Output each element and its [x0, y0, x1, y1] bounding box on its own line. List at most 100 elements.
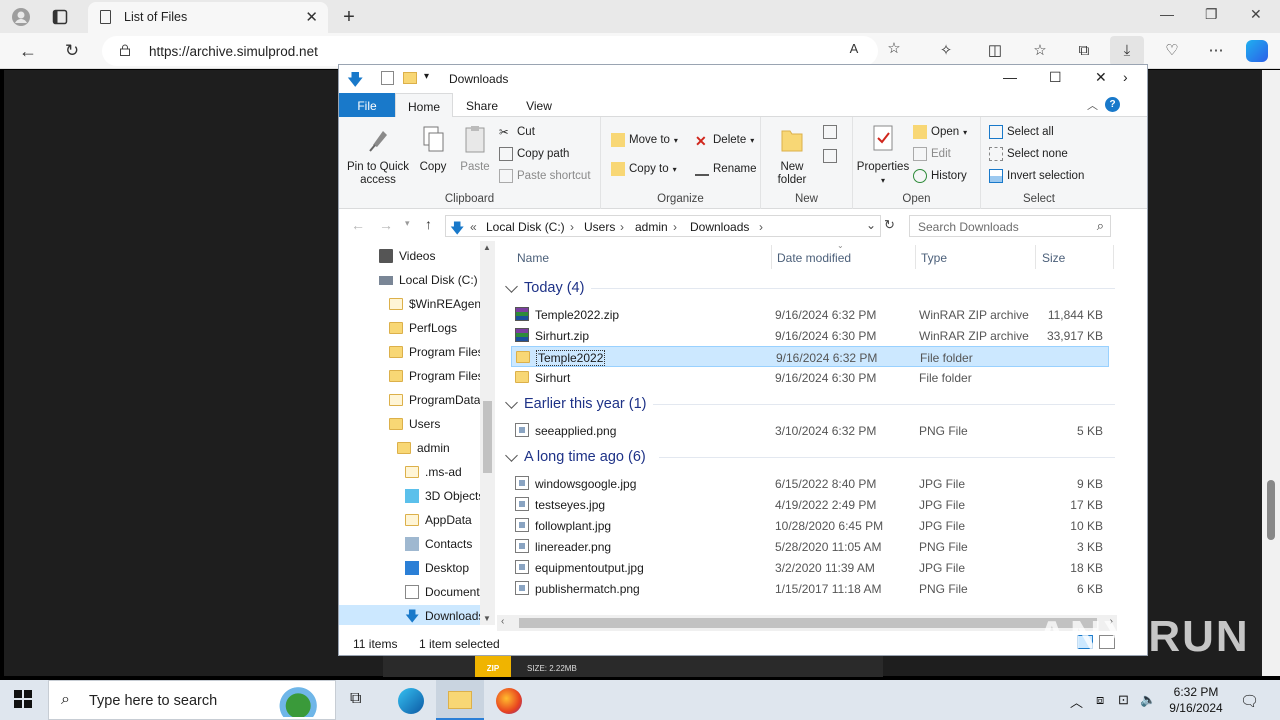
breadcrumb-sep-icon[interactable]: ›	[570, 220, 574, 234]
easy-access-icon[interactable]	[823, 149, 837, 163]
copy-path-button[interactable]: Copy path	[499, 145, 569, 163]
collapse-ribbon-icon[interactable]: ︿	[1087, 97, 1098, 113]
collections-icon[interactable]: ⧉	[1074, 42, 1094, 62]
file-row-sirhurt-folder[interactable]: Sirhurt 9/16/2024 6:30 PM File folder	[511, 367, 1109, 388]
taskbar-search-box[interactable]: ⌕ Type here to search	[48, 680, 336, 720]
address-dropdown-icon[interactable]: ⌄	[866, 218, 876, 232]
back-icon[interactable]: ←	[18, 42, 38, 62]
close-window-icon[interactable]: ✕	[1250, 6, 1262, 23]
file-explorer-taskbar-button[interactable]	[436, 680, 484, 720]
history-button[interactable]: History	[913, 167, 967, 185]
address-bar[interactable]: https://archive.simulprod.net A ☆	[102, 36, 901, 66]
new-item-icon[interactable]	[823, 125, 837, 139]
volume-icon[interactable]: 🔈	[1140, 692, 1156, 708]
paste-button[interactable]: Paste	[457, 123, 493, 174]
breadcrumb-sep-icon[interactable]: ›	[759, 220, 763, 234]
edge-icon[interactable]	[398, 688, 424, 714]
tree-item-3d-objects[interactable]: 3D Objects	[405, 485, 484, 507]
copilot-icon[interactable]	[1246, 40, 1268, 62]
copy-to-button[interactable]: Copy to ▾	[611, 160, 677, 178]
pin-quick-access-button[interactable]: Pin to Quick access	[345, 123, 411, 187]
tree-item-documents[interactable]: Documents	[405, 581, 486, 603]
column-divider[interactable]	[771, 245, 772, 269]
file-row-followplant[interactable]: followplant.jpg 10/28/2020 6:45 PM JPG Fil…	[511, 515, 1109, 536]
tree-item-downloads[interactable]: 🡇 Downloads	[339, 605, 484, 625]
group-long-time-ago[interactable]: A long time ago (6)	[505, 446, 646, 468]
notifications-icon[interactable]: 🗨	[1240, 692, 1259, 710]
copy-button[interactable]: Copy	[415, 123, 451, 174]
file-row-temple2022-zip[interactable]: Temple2022.zip 9/16/2024 6:32 PM WinRAR ZI…	[511, 304, 1109, 325]
network-icon[interactable]: ⊡	[1118, 692, 1129, 708]
explorer-close-icon[interactable]: ✕	[1095, 69, 1107, 86]
file-row-linereader[interactable]: linereader.png 5/28/2020 11:05 AM PNG File…	[511, 536, 1109, 557]
favorite-star-icon[interactable]: ☆	[884, 40, 904, 60]
file-row-sirhurt-zip[interactable]: Sirhurt.zip 9/16/2024 6:30 PM WinRAR ZIP a…	[511, 325, 1109, 346]
search-icon[interactable]: ⌕	[1097, 218, 1104, 234]
tab-home[interactable]: Home	[395, 93, 453, 117]
page-scroll-thumb[interactable]	[1267, 480, 1275, 540]
column-type[interactable]: Type	[921, 251, 947, 265]
file-row-equipmentoutput[interactable]: equipmentoutput.jpg 3/2/2020 11:39 AM JPG …	[511, 557, 1109, 578]
horizontal-scrollbar[interactable]: ‹ ›	[497, 615, 1117, 631]
scroll-down-icon[interactable]: ▼	[483, 614, 491, 623]
rename-button[interactable]: Rename	[695, 160, 756, 178]
up-arrow-icon[interactable]: ↑	[425, 216, 432, 232]
file-row-temple2022-folder[interactable]: Temple2022 9/16/2024 6:32 PM File folder	[511, 346, 1109, 367]
tree-item-appdata[interactable]: AppData	[405, 509, 472, 531]
breadcrumb-users[interactable]: Users	[584, 220, 615, 234]
file-row-testseyes[interactable]: testseyes.jpg 4/19/2022 2:49 PM JPG File 17…	[511, 494, 1109, 515]
tree-item-ms-ad[interactable]: .ms-ad	[405, 461, 462, 483]
file-row-seeapplied[interactable]: seeapplied.png 3/10/2024 6:32 PM PNG File 5…	[511, 420, 1109, 441]
chevron-right-icon[interactable]: ›	[1123, 69, 1128, 85]
show-hidden-icons-icon[interactable]: ︿	[1070, 692, 1083, 711]
group-earlier-this-year[interactable]: Earlier this year (1)	[505, 393, 646, 415]
tree-item-program-files-x86[interactable]: Program Files	[389, 365, 484, 387]
new-tab-icon[interactable]: +	[338, 6, 360, 28]
tree-item-program-files[interactable]: Program Files	[389, 341, 484, 363]
explorer-maximize-icon[interactable]: ☐	[1049, 69, 1062, 86]
breadcrumb-sep-icon[interactable]: ›	[620, 220, 624, 234]
navigation-scrollbar[interactable]: ▲ ▼	[480, 241, 495, 625]
select-none-button[interactable]: Select none	[989, 145, 1068, 163]
camera-icon[interactable]: ⧈	[1096, 692, 1104, 708]
close-tab-icon[interactable]: ✕	[305, 8, 318, 26]
tree-item-winreagent[interactable]: $WinREAgent	[389, 293, 484, 315]
edit-button[interactable]: Edit	[913, 145, 951, 163]
taskbar-clock[interactable]: 6:32 PM 9/16/2024	[1160, 684, 1232, 716]
breadcrumb-sep-icon[interactable]: ›	[673, 220, 677, 234]
tree-item-users[interactable]: Users	[389, 413, 440, 435]
start-windows-icon[interactable]	[14, 690, 32, 711]
refresh-icon[interactable]: ↻	[62, 42, 82, 62]
cut-button[interactable]: ✂ Cut	[499, 123, 535, 141]
nav-back-icon[interactable]: ←	[351, 217, 365, 233]
browser-tab-list-of-files[interactable]: List of Files ✕	[88, 2, 328, 33]
new-folder-button[interactable]: New folder	[767, 123, 817, 187]
read-aloud-icon[interactable]: A	[844, 40, 864, 60]
task-view-icon[interactable]: ⧉	[350, 690, 361, 708]
search-downloads-input[interactable]: Search Downloads ⌕	[909, 215, 1111, 237]
column-size[interactable]: Size	[1042, 251, 1065, 265]
delete-button[interactable]: ✕ Delete ▾	[695, 131, 754, 149]
tree-item-perflogs[interactable]: PerfLogs	[389, 317, 457, 339]
new-folder-qat-icon[interactable]	[403, 72, 417, 84]
select-all-button[interactable]: Select all	[989, 123, 1054, 141]
firefox-icon[interactable]	[496, 688, 522, 714]
column-divider[interactable]	[915, 245, 916, 269]
help-icon[interactable]: ?	[1105, 97, 1120, 112]
favorites-icon[interactable]: ☆	[1030, 42, 1050, 62]
scroll-up-icon[interactable]: ▲	[483, 243, 491, 252]
tree-item-admin[interactable]: admin	[397, 437, 450, 459]
tab-actions-icon[interactable]	[49, 6, 71, 28]
invert-selection-button[interactable]: Invert selection	[989, 167, 1084, 185]
qat-dropdown-icon[interactable]: ▾	[424, 71, 429, 82]
column-date-modified[interactable]: Date modified	[777, 251, 851, 265]
recent-locations-icon[interactable]: ▾	[405, 218, 410, 229]
tab-file[interactable]: File	[339, 93, 395, 117]
column-divider[interactable]	[1113, 245, 1114, 269]
column-divider[interactable]	[1035, 245, 1036, 269]
extensions-icon[interactable]: ✧	[936, 42, 956, 62]
paste-shortcut-button[interactable]: Paste shortcut	[499, 167, 591, 185]
tree-item-programdata[interactable]: ProgramData	[389, 389, 480, 411]
refresh-folder-icon[interactable]: ↻	[884, 217, 895, 233]
column-name[interactable]: Name	[517, 251, 549, 265]
